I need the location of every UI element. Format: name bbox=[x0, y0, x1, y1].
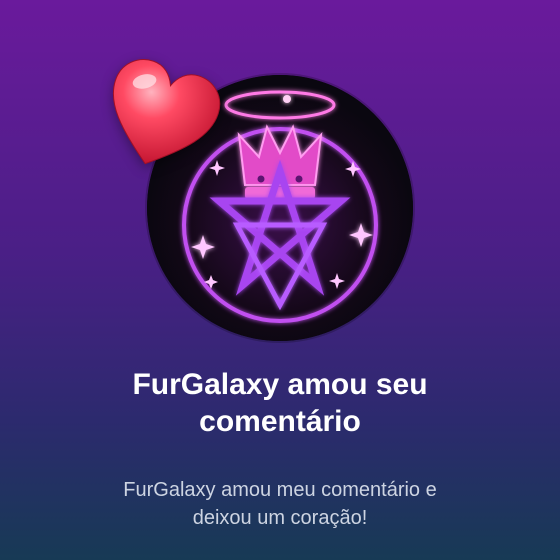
notification-title-line: FurGalaxy amou seu bbox=[132, 368, 428, 401]
heart-icon bbox=[96, 54, 224, 182]
notification-title-line: comentário bbox=[199, 405, 361, 438]
notification-title: FurGalaxy amou seu comentário bbox=[0, 366, 560, 440]
notification-body-line: FurGalaxy amou meu comentário e bbox=[123, 479, 437, 501]
notification-body: FurGalaxy amou meu comentário e deixou u… bbox=[0, 476, 560, 532]
notification-body-line: deixou um coração! bbox=[192, 507, 368, 529]
